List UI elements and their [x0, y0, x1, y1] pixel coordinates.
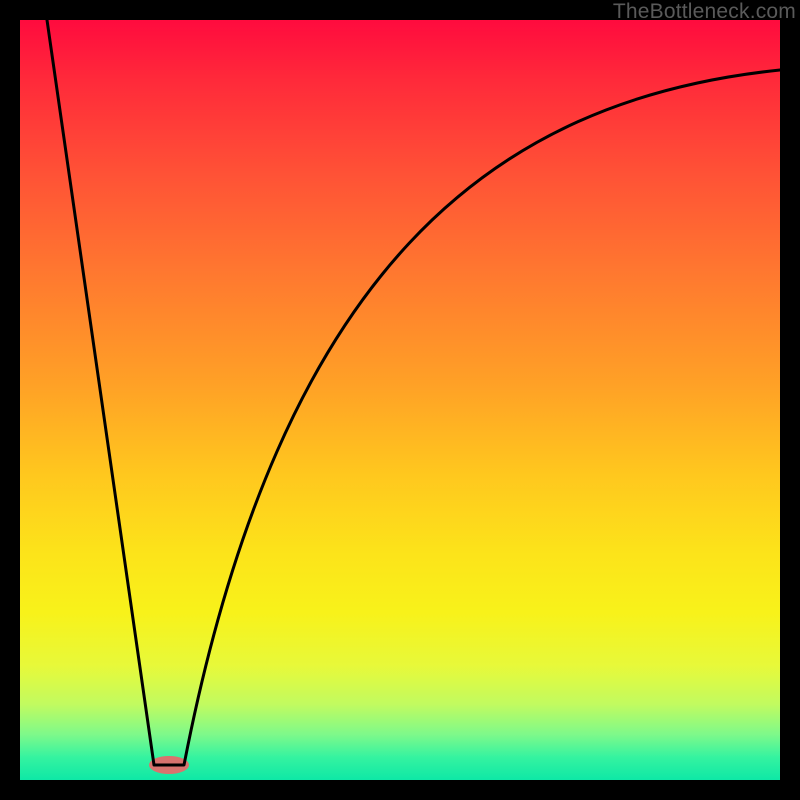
chart-background-gradient	[20, 20, 780, 780]
chart-frame	[20, 20, 780, 780]
